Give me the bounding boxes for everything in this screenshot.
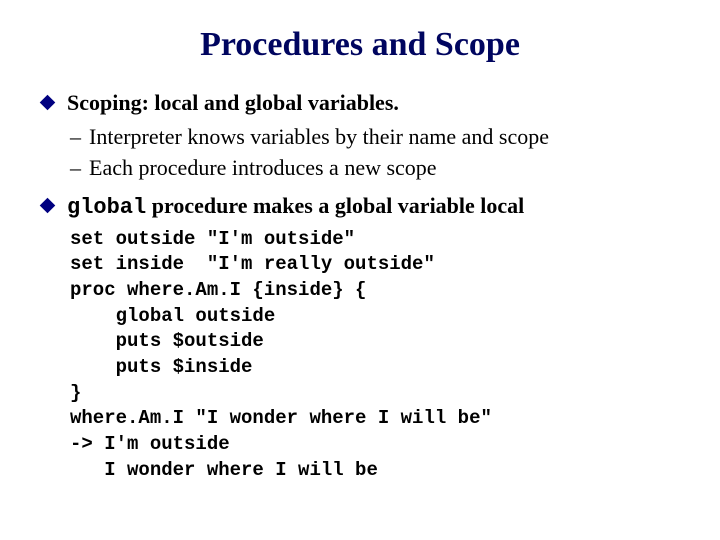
bullet-1-text: Scoping: local and global variables. — [67, 88, 399, 118]
slide-title: Procedures and Scope — [40, 26, 680, 64]
dash-icon: – — [70, 122, 81, 152]
sub-item: – Interpreter knows variables by their n… — [70, 122, 680, 152]
bullet-1-subs: – Interpreter knows variables by their n… — [70, 122, 680, 183]
code-keyword: global — [67, 195, 146, 220]
bullet-2-text: global procedure makes a global variable… — [67, 191, 524, 223]
code-block: set outside "I'm outside" set inside "I'… — [70, 227, 680, 483]
sub-2-text: Each procedure introduces a new scope — [89, 153, 437, 183]
dash-icon: – — [70, 153, 81, 183]
bullet-1: Scoping: local and global variables. — [40, 88, 680, 118]
sub-1-text: Interpreter knows variables by their nam… — [89, 122, 549, 152]
diamond-icon — [40, 198, 56, 214]
bullet-2: global procedure makes a global variable… — [40, 191, 680, 223]
slide: Procedures and Scope Scoping: local and … — [0, 0, 720, 503]
bullet-2-suffix: procedure makes a global variable local — [146, 193, 524, 218]
sub-item: – Each procedure introduces a new scope — [70, 153, 680, 183]
diamond-icon — [40, 95, 56, 111]
